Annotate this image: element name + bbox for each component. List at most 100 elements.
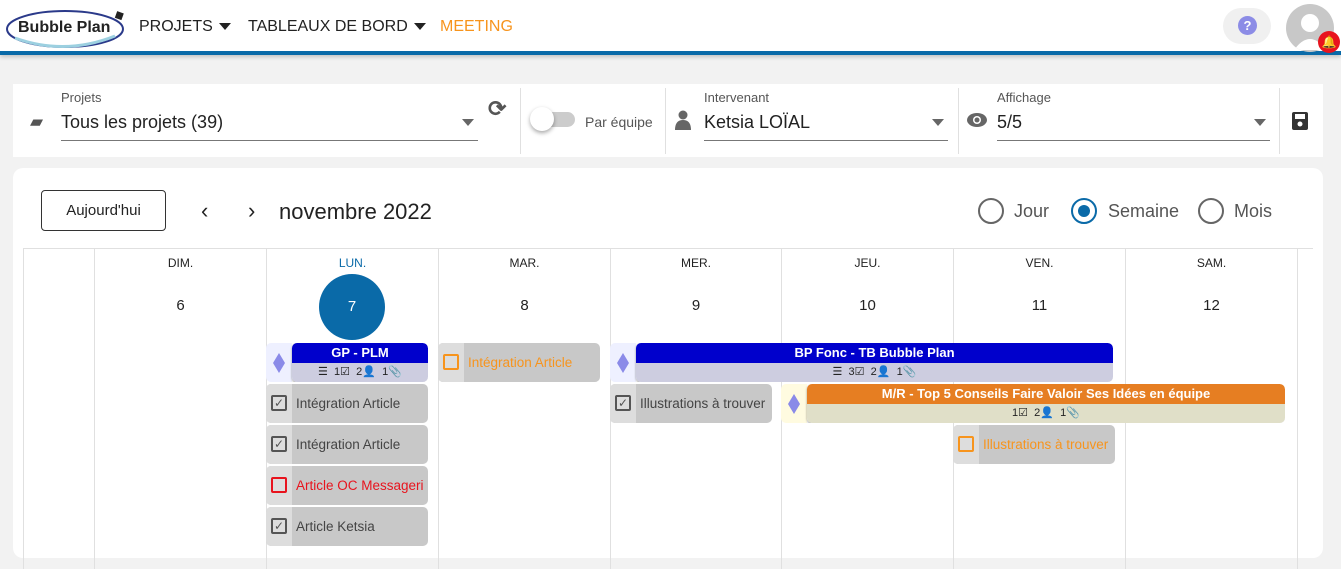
question-icon: ? [1238,16,1257,35]
unchecked-checkbox-icon[interactable] [271,477,287,493]
nav-projets[interactable]: PROJETS [139,18,231,36]
task-title: Illustrations à trouver [983,437,1109,452]
divider [1297,249,1298,569]
task-event[interactable]: ✓ Illustrations à trouver [610,384,772,423]
task-title: Article OC Messageri [296,478,424,493]
notification-bell-icon[interactable]: 🔔 [1318,31,1340,53]
day-name: SAM. [1196,256,1227,270]
project-meta: 1☑ 2👤 1📎 [807,404,1285,423]
user-icon [675,110,691,135]
nav-tableaux-de-bord[interactable]: TABLEAUX DE BORD [248,18,426,36]
dropdown-arrow-icon[interactable] [1254,119,1266,126]
view-mois-label[interactable]: Mois [1234,201,1272,222]
underline [61,140,478,141]
intervenant-label: Intervenant [704,90,770,105]
task-event[interactable]: Intégration Article [438,343,600,382]
checked-checkbox-icon[interactable]: ✓ [271,436,287,452]
day-number[interactable]: 9 [611,297,781,314]
week-grid: DIM. 6 LUN. 7 MAR. 8 MER. 9 JEU. 10 VEN. 11 SAM. 12 G… [23,248,1313,569]
task-title: Intégration Article [296,437,401,452]
dropdown-arrow-icon[interactable] [932,119,944,126]
day-column[interactable]: MAR. 8 [438,249,610,569]
bubble-plan-logo[interactable]: Bubble Plan [5,8,125,49]
project-event[interactable]: BP Fonc - TB Bubble Plan ☰ 3☑ 2👤 1📎 [610,343,1113,382]
task-check-icon: ☑ [340,366,351,378]
project-title: GP - PLM [292,343,428,363]
day-column[interactable]: DIM. 6 [94,249,266,569]
divider [520,88,521,154]
day-number[interactable]: 10 [782,297,953,314]
task-title: Intégration Article [468,355,573,370]
projets-select[interactable]: Tous les projets (39) [61,112,223,133]
view-semaine-label[interactable]: Semaine [1108,201,1179,222]
save-icon[interactable] [1292,112,1308,135]
task-event[interactable]: Illustrations à trouver [953,425,1115,464]
task-title: Intégration Article [296,396,401,411]
par-equipe-label: Par équipe [585,114,653,130]
task-check-icon: ☑ [854,366,865,378]
help-button[interactable]: ? [1223,8,1271,44]
task-event[interactable]: ✓ Intégration Article [266,425,428,464]
day-number[interactable]: 12 [1126,297,1297,314]
project-meta: ☰ 1☑ 2👤 1📎 [292,363,428,382]
user-icon: 👤 [876,366,891,378]
paperclip-icon: 📎 [388,366,402,378]
current-month: novembre 2022 [279,199,432,224]
time-column [23,249,94,569]
milestone-diamond-icon [617,353,629,373]
intervenant-select[interactable]: Ketsia LOÏAL [704,112,810,133]
paperclip-icon: 📎 [1066,407,1080,419]
task-event[interactable]: ✓ Intégration Article [266,384,428,423]
priority-icon: ☰ [832,366,843,378]
task-title: Article Ketsia [296,519,375,534]
day-name: MER. [681,256,711,270]
day-name: JEU. [854,256,881,270]
project-event[interactable]: GP - PLM ☰ 1☑ 2👤 1📎 [266,343,428,382]
filter-bar: ▰ Projets Tous les projets (39) ⟳ Par éq… [13,84,1323,157]
projets-label: Projets [61,90,102,105]
caret-down-icon [413,23,426,31]
milestone-diamond-icon [788,394,800,414]
divider [958,88,959,154]
day-number[interactable]: 11 [954,297,1125,314]
affichage-select[interactable]: 5/5 [997,112,1022,133]
dropdown-arrow-icon[interactable] [462,119,474,126]
task-event[interactable]: Article OC Messageri [266,466,428,505]
affichage-label: Affichage [997,90,1051,105]
day-number[interactable]: 8 [439,297,610,314]
divider [665,88,666,154]
unchecked-checkbox-icon[interactable] [443,354,459,370]
view-jour-radio[interactable] [978,198,1004,224]
day-name: LUN. [338,256,367,270]
eye-icon [966,112,988,133]
view-jour-label[interactable]: Jour [1014,201,1049,222]
checked-checkbox-icon[interactable]: ✓ [271,395,287,411]
project-title: BP Fonc - TB Bubble Plan [636,343,1113,363]
task-event[interactable]: ✓ Article Ketsia [266,507,428,546]
par-equipe-toggle[interactable] [530,107,575,131]
view-semaine-radio[interactable] [1071,198,1097,224]
today-button[interactable]: Aujourd'hui [41,190,166,231]
checked-checkbox-icon[interactable]: ✓ [615,395,631,411]
refresh-icon[interactable]: ⟳ [488,96,506,122]
today-date-circle[interactable]: 7 [319,274,385,340]
unchecked-checkbox-icon[interactable] [958,436,974,452]
priority-icon: ☰ [318,366,328,378]
underline [997,140,1270,141]
next-week-button[interactable]: › [248,198,255,224]
nav-meeting[interactable]: MEETING [440,18,513,36]
prev-week-button[interactable]: ‹ [201,198,208,224]
view-mois-radio[interactable] [1198,198,1224,224]
day-name: MAR. [509,256,540,270]
caret-down-icon [218,23,231,31]
task-check-icon: ☑ [1018,407,1029,419]
checked-checkbox-icon[interactable]: ✓ [271,518,287,534]
day-name: DIM. [167,256,194,270]
day-number[interactable]: 6 [95,297,266,314]
milestone-diamond-icon [273,353,285,373]
project-event[interactable]: M/R - Top 5 Conseils Faire Valoir Ses Id… [781,384,1285,423]
task-title: Illustrations à trouver [640,396,766,411]
project-meta: ☰ 3☑ 2👤 1📎 [636,363,1113,382]
user-icon: 👤 [362,366,376,378]
folder-open-icon: ▰ [30,112,44,131]
